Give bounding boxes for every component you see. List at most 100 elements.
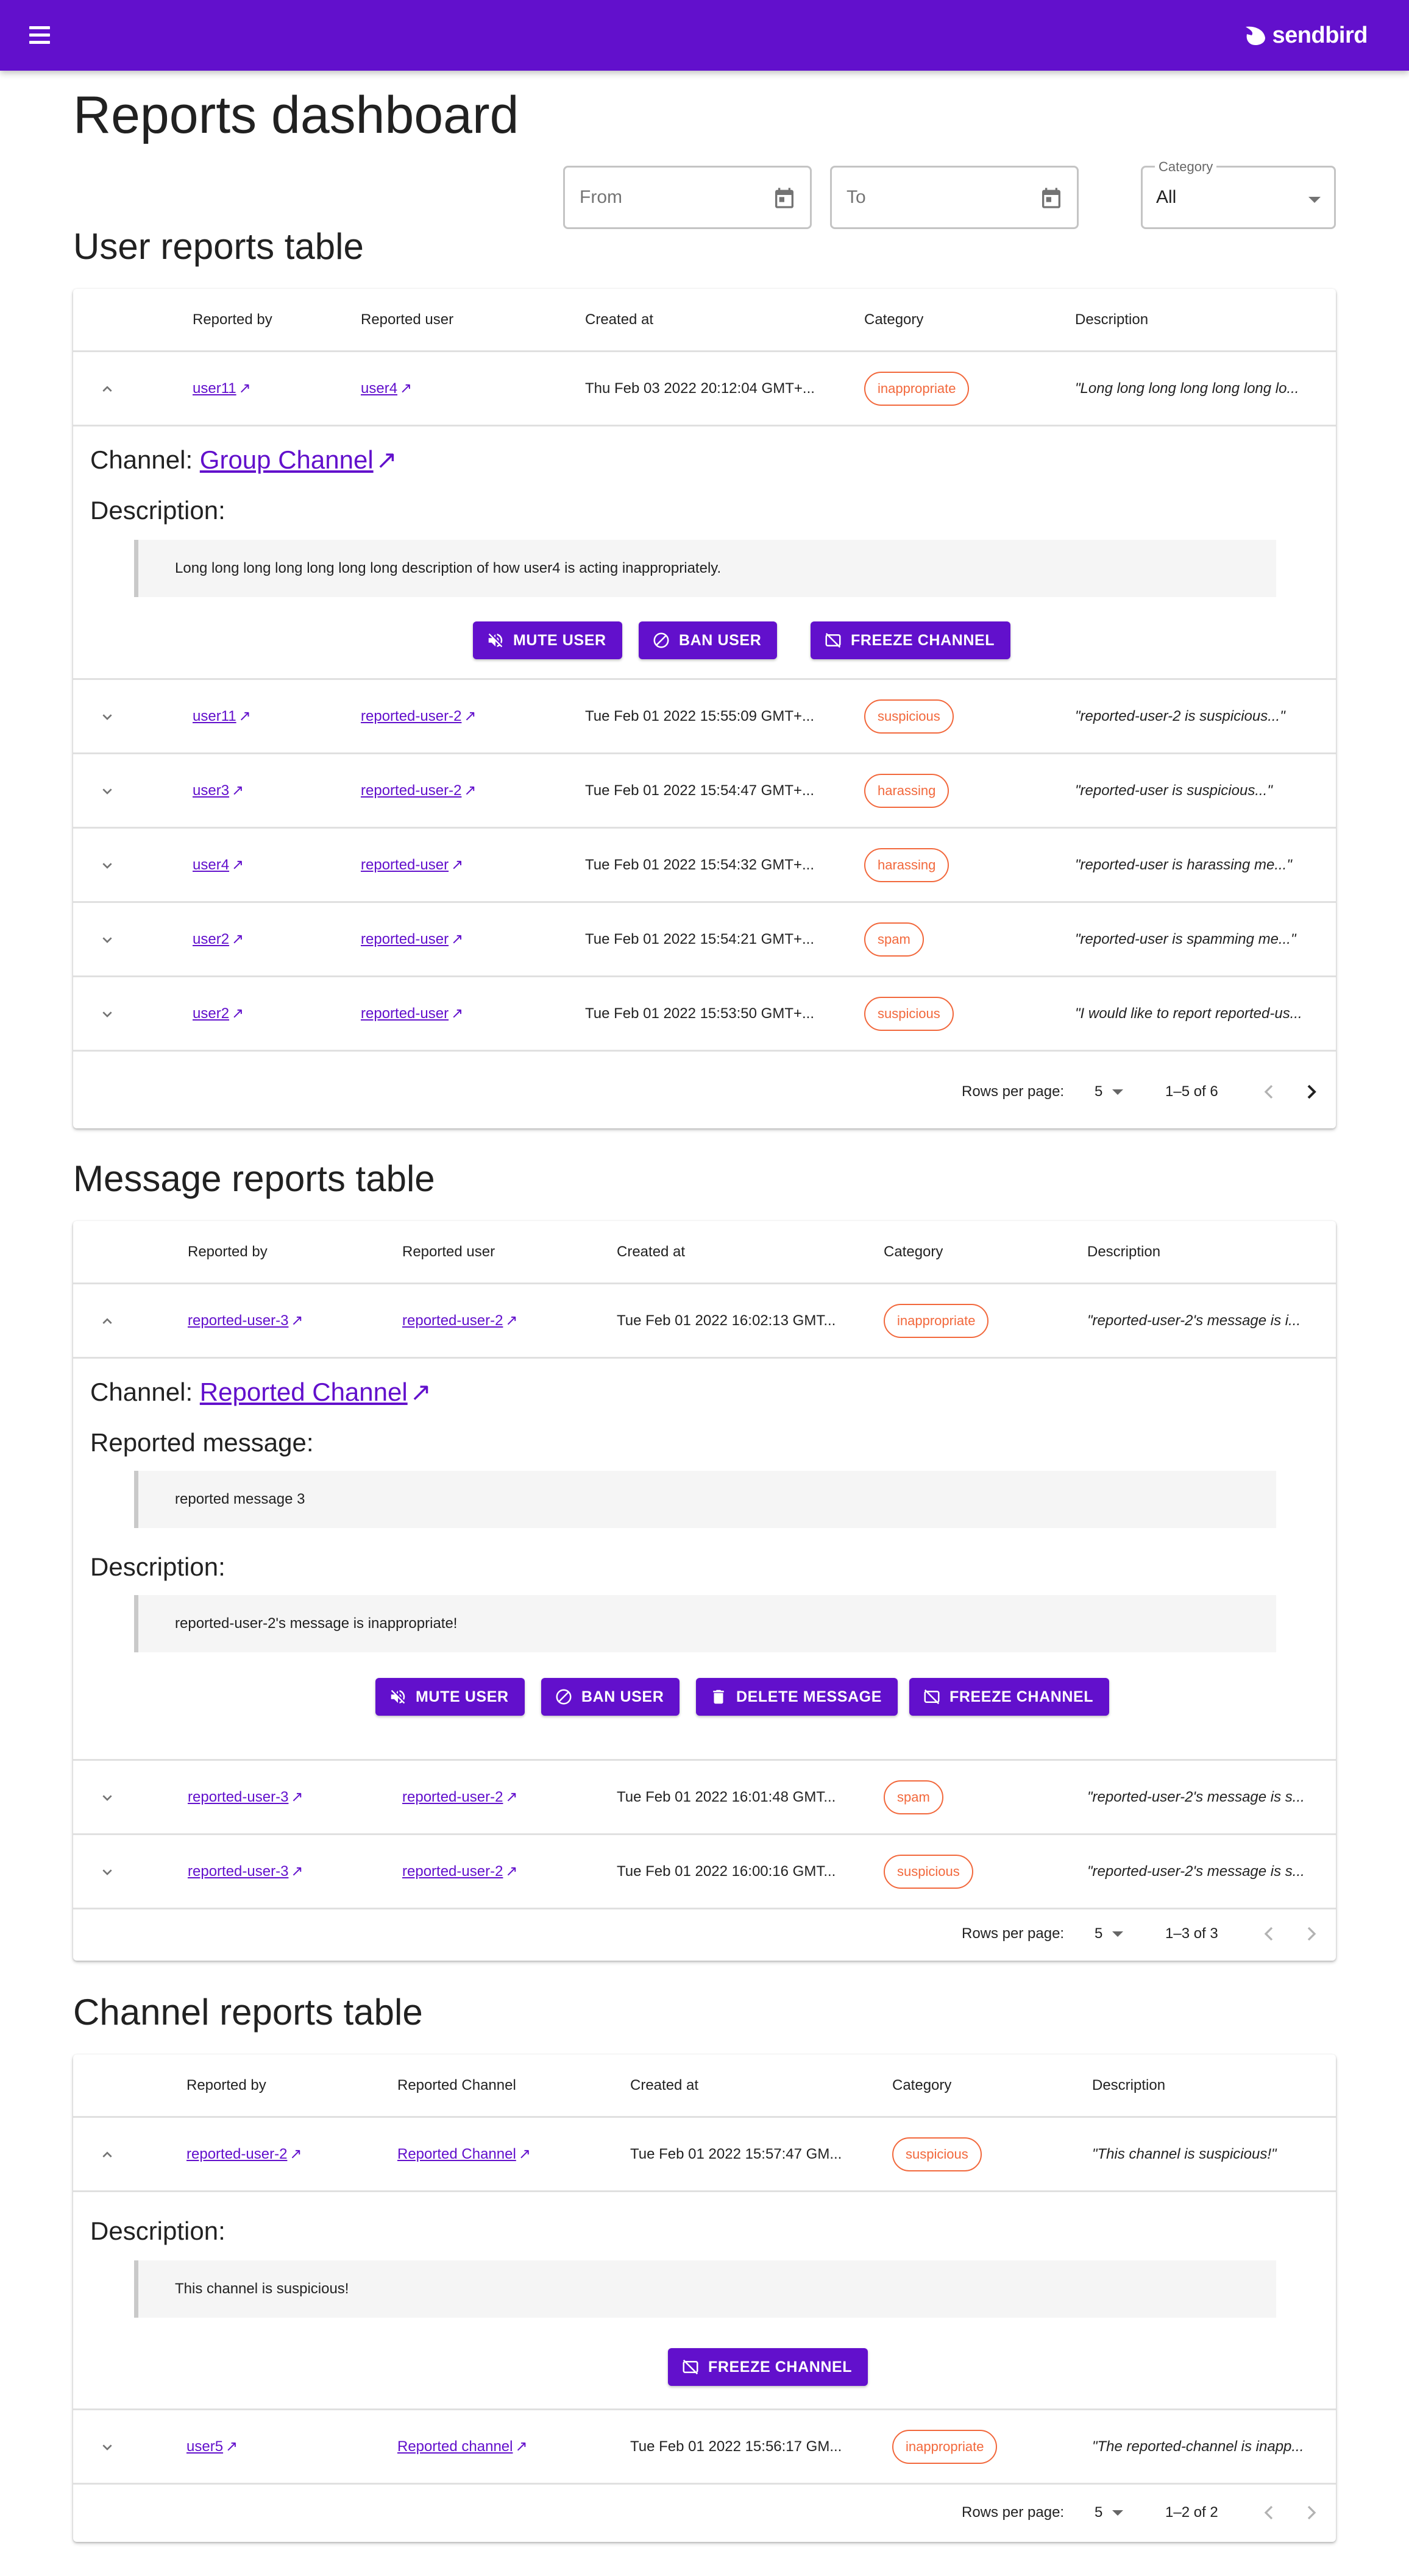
chevron-down-icon[interactable] [98, 2437, 117, 2457]
table-row[interactable]: user11 ↗ user4 ↗ Thu Feb 03 2022 20:12:04 … [73, 352, 1336, 426]
reported-by-link[interactable]: reported-user-3 ↗ [188, 1863, 303, 1880]
header-description: Description [1087, 1243, 1161, 1260]
external-link-icon: ↗ [451, 857, 464, 873]
message-reports-title: Message reports table [73, 1158, 435, 1199]
header-reported-by: Reported by [186, 2076, 266, 2093]
category-select[interactable]: Category All [1141, 159, 1336, 229]
description-cell: "The reported-channel is inapp... [1092, 2438, 1304, 2455]
calendar-icon[interactable] [772, 185, 797, 211]
table-row[interactable]: reported-user-2 ↗ Reported Channel ↗ Tue F… [73, 2118, 1336, 2192]
chevron-down-icon[interactable] [98, 781, 117, 801]
table-row[interactable]: user11 ↗ reported-user-2 ↗ Tue Feb 01 2022… [73, 680, 1336, 754]
reported-by-link[interactable]: user5 ↗ [186, 2438, 238, 2455]
reported-user-link[interactable]: reported-user ↗ [361, 1005, 463, 1022]
page-range: 1–2 of 2 [1165, 2504, 1218, 2521]
chevron-down-icon[interactable] [98, 707, 117, 726]
reported-by-link[interactable]: user11 ↗ [193, 707, 251, 725]
next-page-icon[interactable] [1299, 2500, 1324, 2525]
previous-page-icon[interactable] [1257, 2500, 1281, 2525]
dropdown-arrow-icon [1308, 197, 1321, 203]
from-date-placeholder: From [580, 187, 622, 207]
reported-by-link[interactable]: reported-user-3 ↗ [188, 1788, 303, 1806]
external-link-icon: ↗ [505, 1312, 518, 1329]
header-reported-user: Reported user [402, 1243, 495, 1260]
chevron-up-icon[interactable] [98, 379, 117, 398]
table-header-row: Reported by Reported user Created at Cat… [73, 1221, 1336, 1284]
category-chip: suspicious [864, 996, 954, 1031]
table-row[interactable]: user2 ↗ reported-user ↗ Tue Feb 01 2022 15… [73, 977, 1336, 1052]
channel-link[interactable]: Group Channel↗ [200, 445, 397, 474]
category-select-value: All [1156, 187, 1177, 207]
header-description: Description [1092, 2076, 1166, 2093]
description-cell: "reported-user-2's message is s... [1087, 1788, 1305, 1805]
table-row[interactable]: reported-user-3 ↗ reported-user-2 ↗ Tue Fe… [73, 1835, 1336, 1909]
reported-by-link[interactable]: reported-user-2 ↗ [186, 2145, 302, 2163]
pagination-bar: Rows per page: 5 1–2 of 2 [73, 2483, 1336, 2542]
freeze-channel-button[interactable]: FREEZE CHANNEL [909, 1678, 1110, 1716]
chevron-down-icon[interactable] [98, 1004, 117, 1024]
reported-by-link[interactable]: user11 ↗ [193, 380, 251, 397]
header-category: Category [892, 2076, 952, 2093]
rows-per-page-select[interactable]: 5 [1095, 2500, 1124, 2525]
reported-by-link[interactable]: user4 ↗ [193, 856, 244, 874]
description-cell: "reported-user-2's message is s... [1087, 1863, 1305, 1880]
table-row[interactable]: user3 ↗ reported-user-2 ↗ Tue Feb 01 2022 … [73, 754, 1336, 829]
chevron-down-icon[interactable] [98, 1788, 117, 1807]
menu-icon[interactable] [27, 23, 54, 48]
previous-page-icon[interactable] [1257, 1080, 1281, 1104]
ban-user-button[interactable]: BAN USER [639, 621, 778, 659]
channel-heading: Channel: Group Channel↗ [90, 445, 397, 474]
brand-logo: sendbird [1243, 18, 1368, 52]
chevron-up-icon[interactable] [98, 2145, 117, 2164]
chevron-down-icon[interactable] [98, 855, 117, 875]
reported-channel-link[interactable]: Reported Channel ↗ [397, 2145, 531, 2163]
mute-user-button[interactable]: MUTE USER [375, 1678, 525, 1716]
freeze-channel-button[interactable]: FREEZE CHANNEL [811, 621, 1011, 659]
freeze-channel-button[interactable]: FREEZE CHANNEL [668, 2348, 868, 2386]
description-cell: "reported-user is spamming me..." [1075, 930, 1296, 947]
reported-user-link[interactable]: user4 ↗ [361, 380, 412, 397]
mute-user-button[interactable]: MUTE USER [473, 621, 622, 659]
previous-page-icon[interactable] [1257, 1922, 1281, 1946]
reported-by-link[interactable]: user2 ↗ [193, 930, 244, 948]
category-chip: inappropriate [864, 371, 970, 406]
delete-message-button[interactable]: DELETE MESSAGE [696, 1678, 898, 1716]
rows-per-page-select[interactable]: 5 [1095, 1922, 1124, 1946]
rows-per-page-select[interactable]: 5 [1095, 1080, 1124, 1104]
channel-link[interactable]: Reported Channel↗ [200, 1378, 431, 1406]
reported-user-link[interactable]: reported-user-2 ↗ [402, 1863, 518, 1880]
next-page-icon[interactable] [1299, 1922, 1324, 1946]
table-row[interactable]: user5 ↗ Reported channel ↗ Tue Feb 01 2022… [73, 2410, 1336, 2485]
next-page-icon[interactable] [1299, 1080, 1324, 1104]
pagination-bar: Rows per page: 5 1–5 of 6 [73, 1063, 1336, 1121]
reported-by-link[interactable]: user3 ↗ [193, 782, 244, 799]
chevron-down-icon[interactable] [98, 930, 117, 949]
reported-user-link[interactable]: reported-user-2 ↗ [361, 707, 477, 725]
reported-user-link[interactable]: reported-user-2 ↗ [402, 1312, 518, 1329]
reported-user-link[interactable]: reported-user ↗ [361, 930, 463, 948]
table-row[interactable]: reported-user-3 ↗ reported-user-2 ↗ Tue Fe… [73, 1284, 1336, 1359]
trash-icon [713, 1690, 724, 1704]
table-row[interactable]: user2 ↗ reported-user ↗ Tue Feb 01 2022 15… [73, 903, 1336, 977]
ban-user-button[interactable]: BAN USER [541, 1678, 680, 1716]
description-quote: Long long long long long long long descr… [134, 540, 1276, 597]
reported-by-link[interactable]: reported-user-3 ↗ [188, 1312, 303, 1329]
reported-channel-link[interactable]: Reported channel ↗ [397, 2438, 528, 2455]
category-chip: spam [864, 922, 924, 957]
reported-by-link[interactable]: user2 ↗ [193, 1005, 244, 1022]
table-row[interactable]: user4 ↗ reported-user ↗ Tue Feb 01 2022 15… [73, 829, 1336, 903]
chevron-down-icon[interactable] [98, 1862, 117, 1881]
expanded-detail-panel: Channel: Reported Channel↗ Reported mess… [73, 1359, 1336, 1761]
from-date-field[interactable]: From [563, 166, 812, 229]
to-date-placeholder: To [846, 187, 866, 207]
page-range: 1–3 of 3 [1165, 1925, 1218, 1942]
reported-user-link[interactable]: reported-user-2 ↗ [402, 1788, 518, 1806]
chevron-up-icon[interactable] [98, 1311, 117, 1331]
reported-user-link[interactable]: reported-user-2 ↗ [361, 782, 477, 799]
table-row[interactable]: reported-user-3 ↗ reported-user-2 ↗ Tue Fe… [73, 1761, 1336, 1835]
to-date-field[interactable]: To [830, 166, 1079, 229]
created-at: Tue Feb 01 2022 15:54:21 GMT+... [585, 930, 815, 947]
header-category: Category [864, 311, 924, 328]
reported-user-link[interactable]: reported-user ↗ [361, 856, 463, 874]
calendar-icon[interactable] [1039, 185, 1063, 211]
